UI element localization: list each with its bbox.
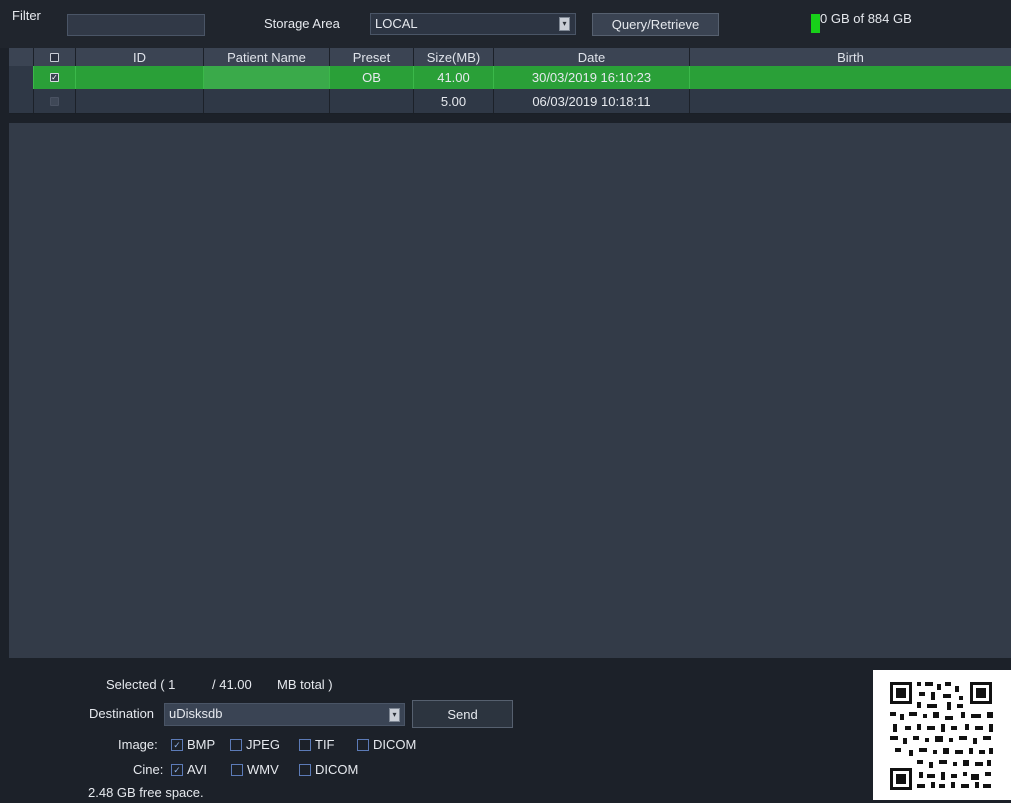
cell-birth <box>690 66 1011 89</box>
storage-area-select[interactable]: LOCAL ▾ <box>370 13 576 35</box>
select-column-header <box>9 48 34 66</box>
cell-id <box>76 89 204 113</box>
destination-select[interactable]: uDisksdb ▾ <box>164 703 405 726</box>
selected-total-size: / 41.00 <box>212 677 252 692</box>
selected-count-text: Selected ( 1 <box>106 677 176 692</box>
query-retrieve-button[interactable]: Query/Retrieve <box>592 13 719 36</box>
row-select-cell[interactable] <box>34 89 76 113</box>
checkbox-icon[interactable] <box>299 738 311 751</box>
checkmark-icon[interactable]: ✓ <box>171 738 183 751</box>
cell-id <box>76 66 204 89</box>
table-row[interactable]: 5.00 06/03/2019 10:18:11 <box>9 89 1011 114</box>
image-option-label: TIF <box>315 737 335 752</box>
row-gutter <box>9 89 34 113</box>
row-select-cell[interactable]: ✓ <box>34 66 76 89</box>
header-birth[interactable]: Birth <box>690 48 1011 66</box>
checkbox-icon[interactable] <box>299 763 311 776</box>
filter-label: Filter <box>12 8 41 23</box>
filter-input[interactable] <box>67 14 205 36</box>
image-option-tif[interactable]: TIF <box>299 737 335 752</box>
image-format-label: Image: <box>118 737 158 752</box>
header-id[interactable]: ID <box>76 48 204 66</box>
cell-preset <box>330 89 414 113</box>
cell-patient-name <box>204 89 330 113</box>
checkbox-icon[interactable] <box>357 738 369 751</box>
cell-size: 41.00 <box>414 66 494 89</box>
cine-option-wmv[interactable]: WMV <box>231 762 279 777</box>
cine-option-label: WMV <box>247 762 279 777</box>
destination-label: Destination <box>89 706 155 721</box>
cell-preset: OB <box>330 66 414 89</box>
select-all-cell[interactable] <box>34 48 76 66</box>
cine-format-label: Cine: <box>133 762 164 777</box>
free-space-text: 2.48 GB free space. <box>88 785 204 800</box>
qr-code-icon <box>890 682 993 790</box>
select-all-checkbox[interactable] <box>50 52 59 62</box>
storage-area-label: Storage Area <box>264 16 340 31</box>
cell-patient-name <box>204 66 330 89</box>
cine-option-label: AVI <box>187 762 207 777</box>
storage-area-value: LOCAL <box>375 16 418 31</box>
table-header: ID Patient Name Preset Size(MB) Date Bir… <box>9 48 1011 66</box>
table-row[interactable]: ✓ OB 41.00 30/03/2019 16:10:23 <box>9 66 1011 89</box>
send-button[interactable]: Send <box>412 700 513 728</box>
qr-code-panel <box>873 670 1011 800</box>
selected-total-suffix: MB total ) <box>277 677 333 692</box>
cell-date: 06/03/2019 10:18:11 <box>494 89 690 113</box>
chevron-down-icon[interactable]: ▾ <box>559 17 570 31</box>
cell-date: 30/03/2019 16:10:23 <box>494 66 690 89</box>
cine-option-label: DICOM <box>315 762 359 777</box>
image-option-label: BMP <box>187 737 216 752</box>
cell-size: 5.00 <box>414 89 494 113</box>
cine-option-avi[interactable]: ✓ AVI <box>171 762 207 777</box>
image-option-label: DICOM <box>373 737 417 752</box>
checkmark-icon[interactable]: ✓ <box>50 73 59 82</box>
chevron-down-icon[interactable]: ▾ <box>389 708 400 722</box>
row-checkbox[interactable] <box>50 96 59 106</box>
checkbox-icon[interactable] <box>230 738 242 751</box>
table-empty-area <box>9 123 1011 658</box>
row-gutter <box>9 66 34 89</box>
image-option-jpeg[interactable]: JPEG <box>230 737 280 752</box>
destination-value: uDisksdb <box>169 706 223 721</box>
cine-option-dicom[interactable]: DICOM <box>299 762 358 777</box>
image-option-dicom[interactable]: DICOM <box>357 737 416 752</box>
image-option-label: JPEG <box>246 737 280 752</box>
header-preset[interactable]: Preset <box>330 48 414 66</box>
image-option-bmp[interactable]: ✓ BMP <box>171 737 215 752</box>
top-toolbar: Filter Storage Area LOCAL ▾ Query/Retrie… <box>0 0 1011 48</box>
storage-capacity-text: 0 GB of 884 GB <box>820 11 912 26</box>
header-size[interactable]: Size(MB) <box>414 48 494 66</box>
cell-birth <box>690 89 1011 113</box>
checkmark-icon[interactable]: ✓ <box>171 763 183 776</box>
header-date[interactable]: Date <box>494 48 690 66</box>
storage-usage-indicator <box>811 14 820 33</box>
patient-table: ID Patient Name Preset Size(MB) Date Bir… <box>9 48 1011 114</box>
checkbox-icon[interactable] <box>231 763 243 776</box>
header-patient-name[interactable]: Patient Name <box>204 48 330 66</box>
